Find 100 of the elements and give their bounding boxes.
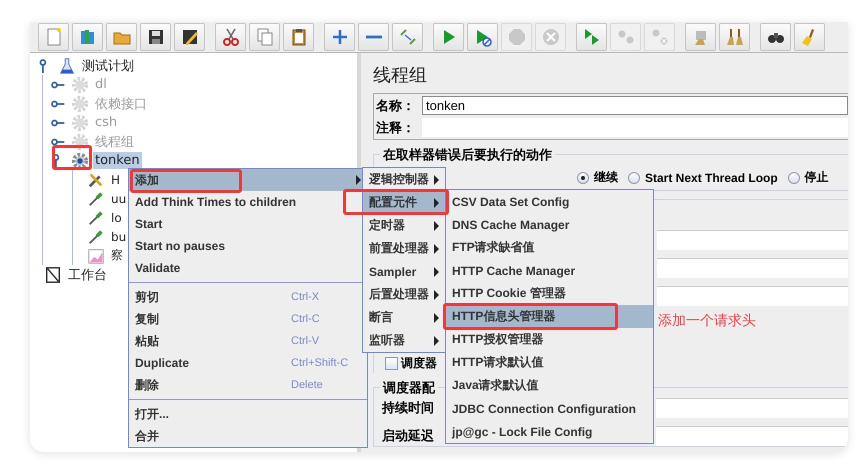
menu-item[interactable]: CSV Data Set Config [446, 190, 653, 213]
pipette-icon [87, 208, 105, 226]
menu-item[interactable]: 监听器 [363, 329, 445, 352]
toolbar-button[interactable] [283, 23, 314, 51]
toolbar-button[interactable] [174, 23, 205, 51]
menu-item-label: HTTP授权管理器 [452, 331, 544, 348]
pipette-icon [87, 228, 105, 246]
menu-item-label: 删除 [135, 376, 160, 394]
input-field[interactable] [657, 258, 848, 278]
menu-item-label: 定时器 [369, 217, 406, 234]
menu-item[interactable]: HTTP Cache Manager [446, 259, 653, 282]
menu-item[interactable]: Duplicate Ctrl+Shift-C [129, 352, 367, 374]
tree-item[interactable]: tonken [93, 152, 142, 169]
input-field[interactable] [657, 230, 848, 250]
menu-item[interactable]: Sampler [363, 260, 445, 283]
radio-option[interactable]: 继续 [577, 169, 618, 186]
menu-item-label: 前置处理器 [369, 240, 430, 257]
toolbar-button[interactable] [467, 23, 498, 51]
menu-item[interactable]: 定时器 [363, 214, 445, 237]
menu-item[interactable]: 删除 Delete [129, 374, 367, 396]
menu-item[interactable]: HTTP信息头管理器 [446, 305, 653, 328]
menu-item[interactable]: DNS Cache Manager [446, 213, 653, 236]
menu-item-label: HTTP Cookie 管理器 [452, 285, 567, 302]
toolbar-button[interactable] [140, 23, 171, 51]
field-label: 持续时间 [382, 400, 434, 417]
scissors-icon [220, 27, 240, 47]
shortcut-text: Ctrl-X [291, 291, 320, 303]
menu-item-label: JDBC Connection Configuration [452, 402, 637, 416]
x-circle-icon [540, 27, 560, 47]
shortcut-text: Delete [291, 379, 324, 391]
menu-item-label: Validate [135, 261, 182, 275]
menu-item[interactable]: HTTP请求默认值 [446, 351, 653, 374]
minus-icon [366, 35, 382, 39]
name-field[interactable]: tonken [422, 96, 848, 115]
menu-item[interactable]: Java请求默认值 [446, 374, 653, 397]
field-label: 启动延迟 [382, 428, 434, 445]
tree-item[interactable]: 工作台 [66, 264, 109, 284]
menu-item-label: FTP请求缺省值 [452, 239, 536, 256]
checkbox[interactable] [385, 356, 398, 370]
menu-item-label: HTTP信息头管理器 [452, 308, 556, 325]
menu-item[interactable]: FTP请求缺省值 [446, 236, 653, 259]
input-field[interactable] [657, 286, 848, 306]
tree-item[interactable]: 察 [109, 246, 125, 265]
stop-sign-icon [506, 27, 526, 47]
annotation-text: 添加一个请求头 [658, 312, 756, 330]
tree-item[interactable]: H [109, 172, 122, 188]
menu-item-label: Sampler [369, 264, 418, 278]
dots-x-icon [650, 27, 670, 47]
input-field[interactable] [656, 398, 848, 418]
menu-item-label: Start no pauses [135, 239, 226, 253]
menu-item-label: 断言 [369, 309, 394, 326]
tree-item[interactable]: 测试计划 [80, 56, 136, 76]
menu-item[interactable]: 断言 [363, 306, 445, 329]
group-title: 在取样器错误后要执行的动作 [380, 146, 555, 164]
menu-item[interactable]: 前置处理器 [363, 237, 445, 260]
menu-item-label: 打开... [135, 406, 170, 422]
menu-item-label: Duplicate [135, 356, 190, 370]
menu-item-label: 配置元件 [369, 194, 418, 211]
menu-item-label: 剪切 [135, 288, 160, 306]
shortcut-text: Ctrl-C [291, 313, 321, 325]
menu-item[interactable]: 打开... [129, 403, 367, 425]
menu-item-label: DNS Cache Manager [452, 218, 570, 232]
menu-item-label: Start [135, 217, 164, 231]
menu-item-label: HTTP请求默认值 [452, 354, 544, 371]
menu-item-label: 复制 [135, 310, 160, 328]
menu-item-label: Add Think Times to children [135, 195, 298, 209]
pipette-icon [87, 190, 105, 208]
toolbar-button[interactable] [760, 23, 791, 51]
menu-item-label: Java请求默认值 [452, 377, 540, 394]
menu-item[interactable]: jp@gc - Lock File Config [446, 420, 653, 443]
menu-item-label: HTTP Cache Manager [452, 264, 576, 278]
tree-item[interactable]: lo [109, 210, 124, 226]
menu-item-label: 粘贴 [135, 332, 160, 350]
shortcut-text: Ctrl+Shift-C [291, 357, 350, 369]
menu-item-label: 逻辑控制器 [369, 171, 430, 188]
brooms-icon [724, 27, 744, 47]
radio-option[interactable]: 停止 [788, 169, 829, 186]
checkbox-label: 调度器 [401, 354, 437, 372]
shortcut-text: Ctrl-V [291, 335, 320, 347]
input-field[interactable] [656, 426, 848, 446]
chart-icon [87, 246, 105, 264]
group-title: 调度器配 [380, 379, 438, 397]
notebook-icon [44, 266, 62, 284]
menu-item-label: 监听器 [369, 332, 406, 349]
flask-icon [58, 56, 76, 74]
radio-option[interactable]: Start Next Thread Loop [628, 169, 778, 186]
tree-item[interactable]: uu [109, 190, 128, 206]
menu-item[interactable]: JDBC Connection Configuration [446, 397, 653, 420]
menu-item[interactable]: 合并 [129, 425, 367, 447]
menu-item-label: jp@gc - Lock File Config [452, 424, 594, 438]
field-label: 注释： [376, 118, 416, 136]
field-label: 名称： [376, 96, 416, 114]
menu-item[interactable]: HTTP Cookie 管理器 [446, 282, 653, 305]
toolbar-button[interactable] [215, 23, 246, 51]
tree-item[interactable]: bu [109, 228, 128, 244]
menu-item[interactable]: HTTP授权管理器 [446, 328, 653, 351]
menu-item[interactable]: 后置处理器 [363, 283, 445, 306]
menu-item-label: 后置处理器 [369, 286, 430, 303]
copy-icon [254, 27, 274, 47]
toolbar-button[interactable] [719, 23, 750, 51]
